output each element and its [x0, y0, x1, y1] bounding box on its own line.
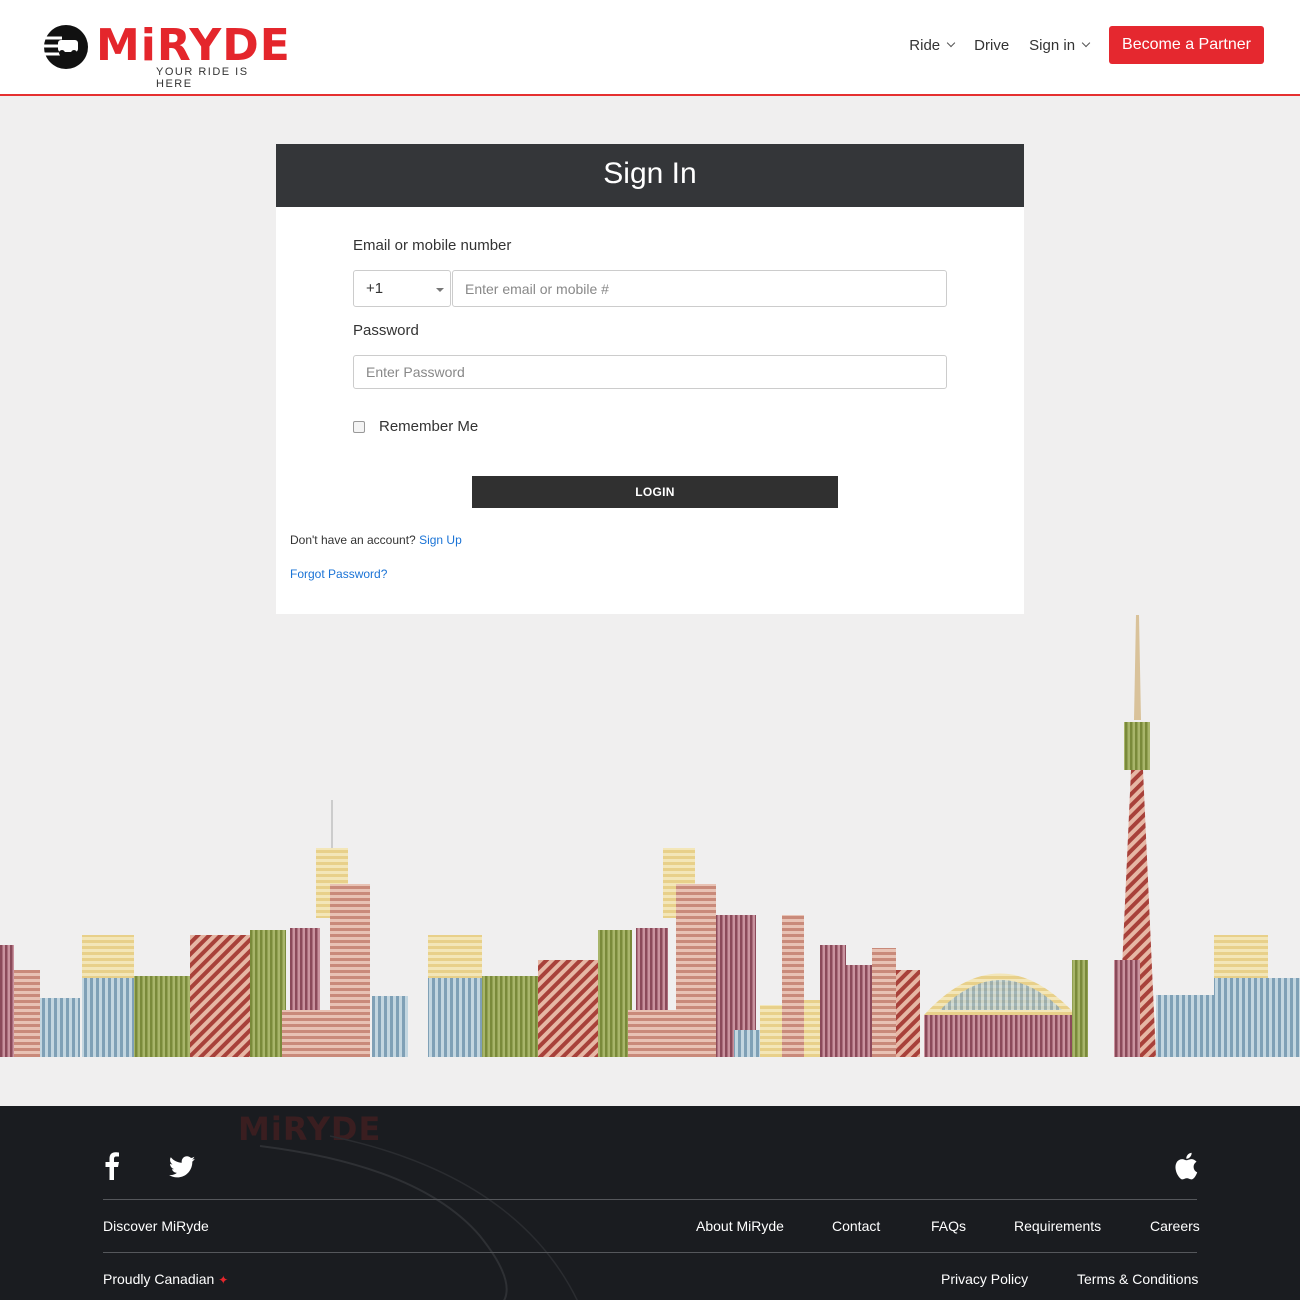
facebook-icon[interactable] — [103, 1152, 121, 1180]
remember-me-label: Remember Me — [379, 418, 479, 435]
caret-down-icon — [436, 288, 444, 292]
nav-drive[interactable]: Drive — [974, 37, 1009, 54]
footer-link-requirements[interactable]: Requirements — [1014, 1218, 1101, 1234]
logo-tagline: YOUR RIDE IS HERE — [156, 66, 249, 90]
nav-sign-in-label: Sign in — [1029, 36, 1076, 54]
footer-link-terms[interactable]: Terms & Conditions — [1077, 1271, 1198, 1287]
footer-divider — [103, 1199, 1197, 1200]
proudly-canadian-text: Proudly Canadian — [103, 1271, 215, 1287]
nav-sign-in[interactable]: Sign in — [1029, 36, 1091, 54]
site-footer: MiRYDE Discover MiRyde About MiRyde Cont… — [0, 1106, 1300, 1300]
signin-title: Sign In — [276, 144, 1024, 207]
apple-icon[interactable] — [1174, 1152, 1198, 1180]
footer-link-about[interactable]: About MiRyde — [696, 1218, 784, 1234]
site-header: MiRYDE YOUR RIDE IS HERE Ride Drive Sign… — [0, 0, 1300, 96]
footer-discover-miryde[interactable]: Discover MiRyde — [103, 1218, 209, 1234]
password-input[interactable] — [353, 355, 947, 389]
email-input[interactable] — [452, 270, 947, 307]
maple-leaf-icon: ✦ — [218, 1273, 229, 1287]
footer-divider — [103, 1252, 1197, 1253]
signup-link[interactable]: Sign Up — [419, 533, 462, 547]
twitter-icon[interactable] — [169, 1156, 195, 1178]
footer-proudly-canadian: Proudly Canadian ✦ — [103, 1271, 228, 1287]
nav-ride[interactable]: Ride — [909, 36, 956, 54]
logo-wordmark: MiRYDE — [96, 20, 291, 71]
country-code-value: +1 — [366, 280, 384, 297]
country-code-select[interactable]: +1 — [353, 270, 451, 307]
footer-link-contact[interactable]: Contact — [832, 1218, 880, 1234]
remember-me: Remember Me — [353, 418, 478, 435]
login-button[interactable]: LOGIN — [472, 476, 838, 508]
no-account-text: Don't have an account? — [290, 533, 416, 547]
miryde-logo[interactable]: MiRYDE YOUR RIDE IS HERE — [40, 20, 290, 90]
main-nav: Ride Drive Sign in Become a Partner — [909, 26, 1264, 64]
nav-ride-label: Ride — [909, 36, 941, 54]
password-label: Password — [353, 322, 419, 339]
chevron-down-icon — [1081, 38, 1091, 48]
become-partner-button[interactable]: Become a Partner — [1109, 26, 1264, 64]
signup-prompt: Don't have an account? Sign Up — [290, 533, 462, 547]
footer-link-careers[interactable]: Careers — [1150, 1218, 1200, 1234]
footer-link-faqs[interactable]: FAQs — [931, 1218, 966, 1234]
forgot-password-link[interactable]: Forgot Password? — [290, 567, 387, 581]
nav-drive-label: Drive — [974, 36, 1010, 54]
chevron-down-icon — [946, 38, 956, 48]
signin-card: Sign In Email or mobile number +1 Passwo… — [276, 144, 1024, 614]
toronto-skyline-illustration — [0, 615, 1300, 1057]
email-label: Email or mobile number — [353, 237, 512, 254]
car-wheel-logo-icon — [40, 25, 88, 69]
remember-me-checkbox[interactable] — [353, 420, 365, 433]
footer-link-privacy[interactable]: Privacy Policy — [941, 1271, 1028, 1287]
